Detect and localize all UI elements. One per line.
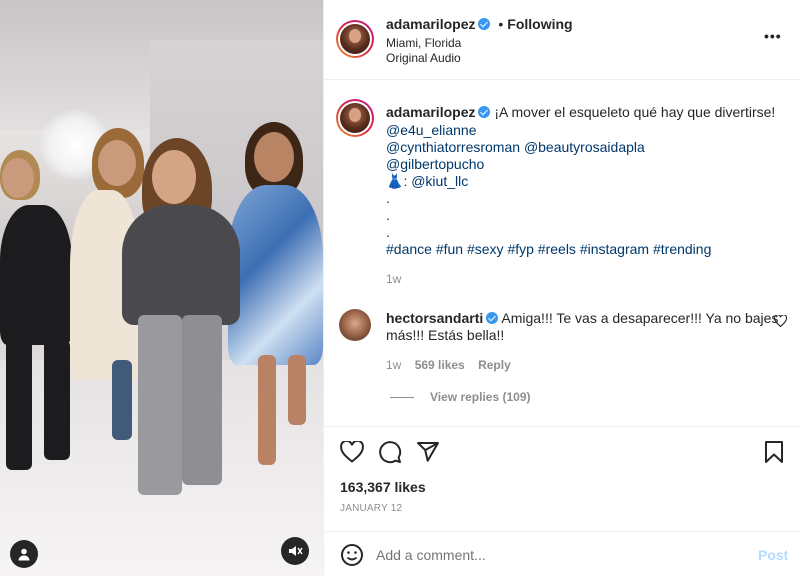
author-avatar[interactable]	[336, 20, 374, 58]
post-panel: adamarilopez • Following Miami, Florida O…	[323, 0, 800, 576]
caption-dot: .	[386, 190, 390, 206]
audio-link[interactable]: Original Audio	[386, 51, 461, 65]
person-body	[0, 205, 72, 345]
hashtag-link[interactable]: #dance	[386, 241, 432, 257]
caption-text: ¡A mover el esqueleto qué hay que divert…	[494, 104, 776, 120]
caption-first-line: adamarilopez ¡A mover el esqueleto qué h…	[386, 104, 775, 120]
paper-plane-icon	[417, 442, 439, 462]
action-bar: 163,367 likes JANUARY 12	[324, 426, 800, 530]
reply-button[interactable]: Reply	[478, 358, 511, 372]
separator-dot: •	[498, 16, 504, 32]
user-tag-icon	[18, 548, 30, 561]
person-head	[98, 140, 136, 186]
caption-timestamp[interactable]: 1w	[386, 272, 401, 286]
more-options-icon[interactable]: •••	[764, 28, 782, 44]
comment-timestamp[interactable]: 1w	[386, 358, 401, 372]
hashtag-link[interactable]: #fyp	[507, 241, 533, 257]
speaker-muted-icon	[289, 546, 303, 556]
mention-link[interactable]: @beautyrosaidapla	[524, 139, 645, 155]
reel-video[interactable]	[0, 0, 323, 576]
comments-area: adamarilopez ¡A mover el esqueleto qué h…	[324, 81, 800, 426]
person-head	[152, 150, 196, 204]
caption-username[interactable]: adamarilopez	[386, 104, 475, 120]
comment-text-cont: más!!! Estás bella!!	[386, 327, 505, 343]
person-leg	[138, 315, 182, 495]
verified-badge-icon	[478, 18, 491, 30]
dress-emoji: 👗	[386, 173, 404, 189]
comment-first-line: hectorsandarti Amiga!!! Te vas a desapar…	[386, 310, 778, 326]
verified-badge-icon	[478, 106, 491, 118]
hashtag-link[interactable]: #sexy	[467, 241, 504, 257]
view-replies-button[interactable]: View replies (109)	[430, 390, 531, 404]
person-body	[122, 205, 240, 325]
mentions-line: @cynthiatorresroman @beautyrosaidapla	[386, 139, 645, 155]
person-head	[2, 158, 34, 198]
commenter-avatar[interactable]	[339, 309, 371, 341]
hashtag-link[interactable]: #trending	[653, 241, 711, 257]
commenter-username[interactable]: hectorsandarti	[386, 310, 483, 326]
comment-like-button[interactable]	[774, 315, 787, 327]
caption-dot: .	[386, 224, 390, 240]
hashtag-link[interactable]: #instagram	[580, 241, 649, 257]
author-line: adamarilopez • Following	[386, 16, 573, 32]
comment-input[interactable]	[376, 544, 746, 566]
following-button[interactable]: Following	[507, 16, 572, 32]
comment-meta: 1w 569 likes Reply	[386, 358, 511, 372]
person-body	[228, 185, 323, 365]
save-button[interactable]	[764, 440, 784, 464]
location-link[interactable]: Miami, Florida	[386, 36, 461, 50]
smiley-icon	[341, 544, 363, 566]
comment-text: Amiga!!! Te vas a desaparecer!!! Ya no b…	[501, 310, 779, 326]
speech-bubble-icon	[379, 441, 402, 464]
mention-link[interactable]: @cynthiatorresroman	[386, 139, 520, 155]
person-leg	[288, 355, 306, 425]
comment-button[interactable]	[378, 440, 402, 464]
hashtags-line: #dance #fun #sexy #fyp #reels #instagram…	[386, 241, 711, 257]
author-username[interactable]: adamarilopez	[386, 16, 475, 32]
separator: :	[403, 173, 408, 189]
post-header: adamarilopez • Following Miami, Florida O…	[324, 0, 800, 80]
person-leg	[44, 340, 70, 460]
hashtag-link[interactable]: #reels	[538, 241, 576, 257]
like-button[interactable]	[340, 441, 364, 463]
share-button[interactable]	[416, 440, 440, 464]
verified-badge-icon	[486, 312, 499, 324]
replies-divider	[390, 397, 414, 398]
bookmark-icon	[765, 441, 783, 463]
mention-link[interactable]: @gilbertopucho	[386, 156, 484, 172]
person-head	[254, 132, 294, 182]
emoji-button[interactable]	[340, 543, 364, 567]
comment-likes[interactable]: 569 likes	[415, 358, 465, 372]
add-comment-bar: Post	[324, 531, 800, 576]
dress-line: 👗: @kiut_llc	[386, 173, 468, 190]
post-comment-button[interactable]: Post	[758, 547, 788, 563]
person-leg	[182, 315, 222, 485]
caption-dot: .	[386, 207, 390, 223]
mention-link[interactable]: @e4u_elianne	[386, 122, 477, 138]
person-leg	[112, 360, 132, 440]
mention-link[interactable]: @kiut_llc	[411, 173, 468, 189]
person-leg	[6, 340, 32, 470]
mute-button[interactable]	[281, 537, 309, 565]
heart-icon	[340, 441, 364, 463]
post-date[interactable]: JANUARY 12	[340, 503, 402, 514]
likes-count[interactable]: 163,367 likes	[340, 479, 426, 495]
hashtag-link[interactable]: #fun	[436, 241, 463, 257]
heart-icon	[774, 315, 787, 327]
person-leg	[258, 355, 276, 465]
tagged-users-button[interactable]	[10, 540, 38, 568]
caption-avatar[interactable]	[336, 99, 374, 137]
